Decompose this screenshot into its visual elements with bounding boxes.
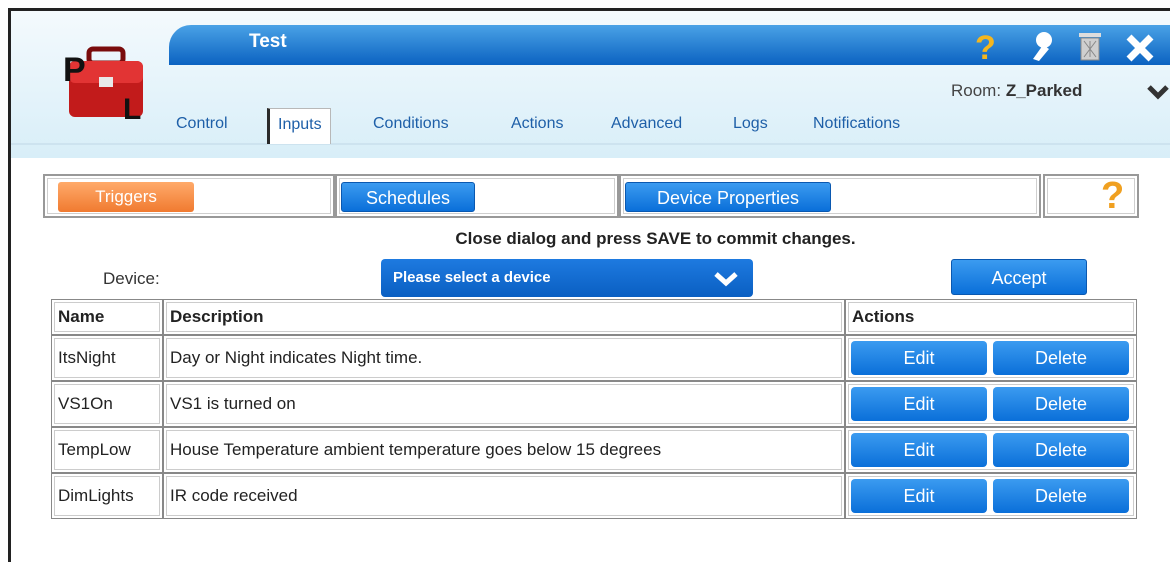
- row-description: IR code received: [170, 486, 298, 505]
- device-select-placeholder: Please select a device: [393, 269, 551, 286]
- tab-advanced[interactable]: Advanced: [611, 115, 682, 133]
- subtab-help-icon[interactable]: ?: [1101, 177, 1124, 215]
- row-description: House Temperature ambient temperature go…: [170, 440, 662, 459]
- table-row-name: DimLights: [51, 473, 163, 519]
- app-window: Test P L ? Room: Z_Parked Control Inputs…: [8, 8, 1170, 562]
- trash-icon[interactable]: [1075, 29, 1105, 63]
- header-description: Description: [163, 299, 845, 335]
- edit-button[interactable]: Edit: [851, 341, 987, 375]
- device-properties-button[interactable]: Device Properties: [625, 182, 831, 212]
- room-indicator: Room: Z_Parked: [951, 81, 1082, 101]
- delete-button[interactable]: Delete: [993, 387, 1129, 421]
- device-label: Device:: [103, 269, 160, 288]
- tab-strip-divider: [11, 143, 1170, 145]
- row-name: ItsNight: [58, 348, 116, 367]
- toolbox-logo: P L: [63, 46, 143, 121]
- edit-button[interactable]: Edit: [851, 433, 987, 467]
- logo-letter-l: L: [123, 93, 141, 121]
- header-actions: Actions: [845, 299, 1137, 335]
- room-value: Z_Parked: [1005, 81, 1083, 100]
- tab-inputs[interactable]: Inputs: [267, 108, 331, 144]
- table-row-name: ItsNight: [51, 335, 163, 381]
- schedules-button[interactable]: Schedules: [341, 182, 475, 212]
- title-bar: [169, 25, 1170, 65]
- tab-notifications[interactable]: Notifications: [813, 115, 900, 133]
- svg-text:?: ?: [975, 29, 996, 63]
- table-row-name: VS1On: [51, 381, 163, 427]
- room-dropdown-icon[interactable]: [1147, 81, 1169, 101]
- tab-logs[interactable]: Logs: [733, 115, 768, 133]
- close-icon[interactable]: [1123, 29, 1157, 63]
- header-name-label: Name: [58, 307, 105, 326]
- header-name: Name: [51, 299, 163, 335]
- row-name: DimLights: [58, 486, 134, 505]
- row-description: Day or Night indicates Night time.: [170, 348, 423, 367]
- edit-button[interactable]: Edit: [851, 479, 987, 513]
- tab-actions[interactable]: Actions: [511, 115, 563, 133]
- tab-control[interactable]: Control: [176, 115, 228, 133]
- header-description-label: Description: [170, 307, 264, 326]
- accept-button[interactable]: Accept: [951, 259, 1087, 295]
- triggers-button[interactable]: Triggers: [58, 182, 194, 212]
- device-select[interactable]: Please select a device: [381, 259, 753, 297]
- subtab-cell-help: [1043, 174, 1139, 218]
- chevron-down-icon: [714, 272, 738, 287]
- row-name: VS1On: [58, 394, 113, 413]
- delete-button[interactable]: Delete: [993, 433, 1129, 467]
- row-description: VS1 is turned on: [170, 394, 296, 413]
- table-row-description: House Temperature ambient temperature go…: [163, 427, 845, 473]
- table-row-name: TempLow: [51, 427, 163, 473]
- table-row-description: IR code received: [163, 473, 845, 519]
- settings-icon[interactable]: [1027, 29, 1057, 63]
- room-label: Room:: [951, 81, 1002, 100]
- row-name: TempLow: [58, 440, 131, 459]
- delete-button[interactable]: Delete: [993, 479, 1129, 513]
- header: Test P L ? Room: Z_Parked Control Inputs…: [11, 11, 1170, 158]
- edit-button[interactable]: Edit: [851, 387, 987, 421]
- table-row-description: VS1 is turned on: [163, 381, 845, 427]
- table-row-description: Day or Night indicates Night time.: [163, 335, 845, 381]
- window-title: Test: [249, 31, 287, 52]
- header-actions-label: Actions: [852, 307, 915, 326]
- save-notice: Close dialog and press SAVE to commit ch…: [455, 229, 856, 248]
- tab-conditions[interactable]: Conditions: [373, 115, 449, 133]
- help-icon[interactable]: ?: [971, 29, 1001, 63]
- delete-button[interactable]: Delete: [993, 341, 1129, 375]
- logo-letter-p: P: [63, 51, 86, 89]
